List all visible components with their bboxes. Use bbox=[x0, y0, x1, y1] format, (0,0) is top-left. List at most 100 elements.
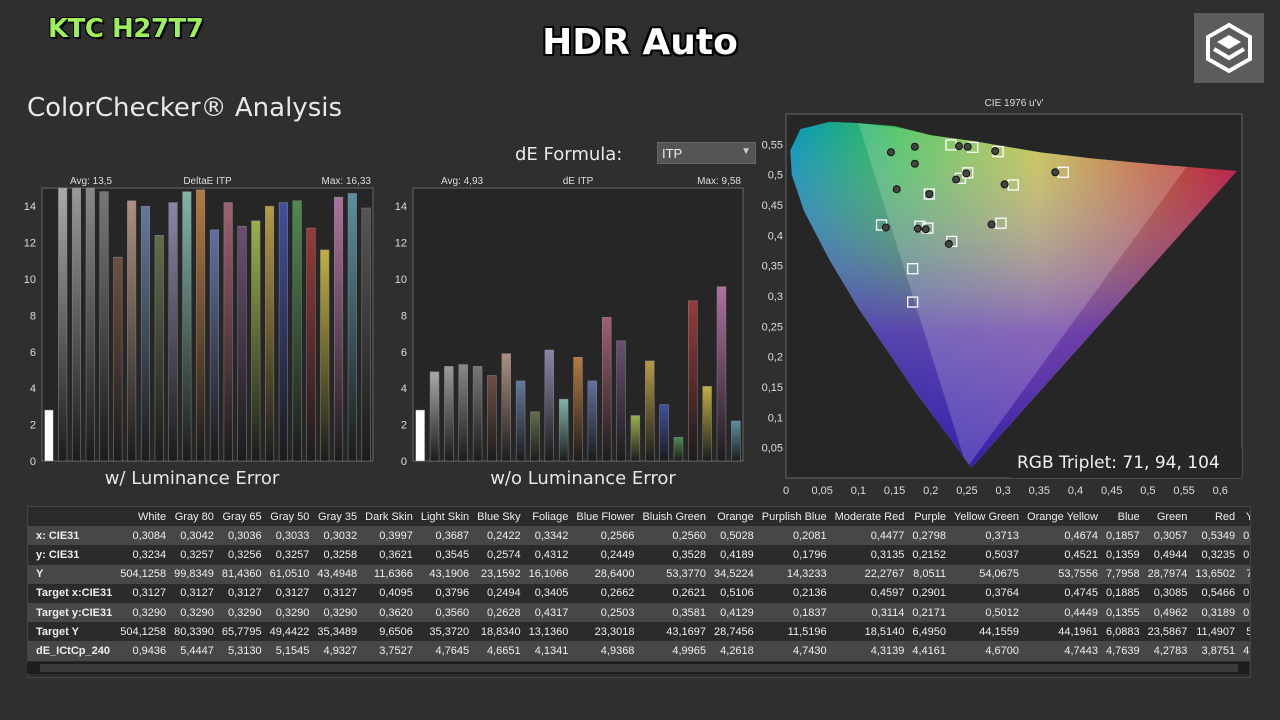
table-cell: 4,6700 bbox=[950, 641, 1024, 661]
bar bbox=[731, 420, 741, 462]
measured-point bbox=[963, 142, 972, 151]
y-tick-label: 0 bbox=[30, 456, 36, 465]
table-cell: 81,4360 bbox=[217, 564, 266, 584]
table-cell: 0,3057 bbox=[1143, 526, 1192, 546]
column-header: Blue bbox=[1117, 510, 1140, 523]
scrollbar-thumb[interactable] bbox=[40, 664, 1238, 672]
table-cell: 0,2081 bbox=[757, 526, 831, 546]
table-cell: 0,4745 bbox=[1023, 583, 1102, 603]
bar bbox=[168, 202, 178, 462]
table-cell: 49,4422 bbox=[265, 622, 314, 642]
y-tick-label: 8 bbox=[30, 310, 36, 322]
table-cell: 4,9965 bbox=[638, 641, 711, 661]
column-header: Moderate Red bbox=[834, 510, 905, 523]
y-tick-label: 6 bbox=[30, 347, 36, 359]
table-cell: 0,3127 bbox=[313, 583, 362, 603]
y-tick-label: 8 bbox=[401, 310, 407, 322]
table-cell: 0,2901 bbox=[908, 583, 950, 603]
table-cell: 0,4189 bbox=[710, 545, 758, 565]
table-cell: 80,3390 bbox=[170, 622, 218, 642]
table-cell: 0,3290 bbox=[116, 602, 171, 623]
bar bbox=[237, 225, 247, 462]
y-tick-label: 14 bbox=[395, 201, 407, 213]
table-cell: 0,1885 bbox=[1101, 583, 1144, 603]
table-row: Target x:CIE31 0,3127 0,3127 0,3127 0,3127 0,… bbox=[28, 583, 1250, 603]
table-cell: 54,0675 bbox=[950, 564, 1024, 584]
table-cell: 0,3189 bbox=[1191, 602, 1240, 623]
table-cell: 14,3233 bbox=[757, 564, 831, 584]
table-cell: 0,3127 bbox=[217, 583, 266, 603]
table-cell: 0,1355 bbox=[1101, 602, 1144, 623]
table-cell: 0,5028 bbox=[710, 526, 758, 546]
table-cell: 4,1341 bbox=[524, 641, 573, 661]
chart2-caption: w/o Luminance Error bbox=[490, 468, 676, 489]
table-row: Y 504,1258 99,8349 81,4360 61,0510 43,4948 11,… bbox=[28, 564, 1250, 584]
measured-point bbox=[954, 142, 963, 151]
table-cell: 18,8340 bbox=[473, 622, 525, 642]
table-cell: 0,3127 bbox=[116, 583, 171, 603]
x-tick-label: 0,55 bbox=[1173, 485, 1194, 497]
table-cell: 72 bbox=[1239, 564, 1250, 584]
bar bbox=[415, 409, 425, 462]
table-cell: 4,9368 bbox=[572, 641, 639, 661]
column-header: Purplish Blue bbox=[761, 510, 827, 523]
y-tick-label: 2 bbox=[401, 420, 407, 432]
y-tick-label: 14 bbox=[24, 201, 36, 213]
table-cell: 0,3560 bbox=[416, 602, 474, 623]
y-tick-label: 12 bbox=[24, 238, 36, 250]
bar-chart-without-luminance: 0 2 4 6 8 10 12 14 Avg: 4,93 dE ITP Max: 9,58 bbox=[395, 176, 744, 465]
table-cell: 0,1359 bbox=[1101, 545, 1144, 565]
bar bbox=[472, 366, 483, 462]
bar bbox=[645, 360, 655, 462]
column-header: Gray 80 bbox=[174, 510, 214, 523]
table-cell: 0,2574 bbox=[473, 545, 525, 565]
table-cell: 43,4948 bbox=[313, 564, 362, 584]
table-cell: 0,4477 bbox=[830, 526, 909, 546]
chart-subtitle: DeltaE ITP bbox=[183, 176, 232, 187]
y-tick-label: 0,1 bbox=[768, 412, 783, 424]
y-tick-label: 0,35 bbox=[762, 261, 783, 273]
column-header: Yellow Green bbox=[954, 510, 1020, 523]
y-tick-label: 4 bbox=[401, 383, 407, 395]
table-cell: 4,9327 bbox=[313, 641, 362, 661]
de-formula-select[interactable]: ITP ▼ bbox=[657, 142, 756, 164]
x-tick-label: 0,3 bbox=[995, 485, 1010, 497]
bar bbox=[501, 353, 511, 462]
table-cell: 0,3257 bbox=[170, 545, 218, 565]
table-cell: 0,3290 bbox=[217, 602, 266, 623]
table-cell: 0,3258 bbox=[313, 545, 362, 565]
table-cell: 0,5349 bbox=[1191, 526, 1240, 546]
bar bbox=[458, 364, 468, 462]
table-cell: 0,4 bbox=[1239, 526, 1250, 546]
y-tick-label: 10 bbox=[395, 274, 407, 286]
max-label: Max: 16,33 bbox=[322, 176, 372, 187]
table-cell: 4,7443 bbox=[1023, 641, 1102, 661]
x-tick-label: 0,6 bbox=[1213, 485, 1228, 497]
rgb-triplet-readout: RGB Triplet: 71, 94, 104 bbox=[1017, 453, 1220, 473]
table-cell: 0,3796 bbox=[416, 583, 474, 603]
table-cell: 0,5466 bbox=[1191, 583, 1240, 603]
x-tick-label: 0,25 bbox=[956, 485, 977, 497]
table-cell: 0,3687 bbox=[416, 526, 474, 546]
y-tick-label: 10 bbox=[24, 274, 36, 286]
table-cell: 43,1697 bbox=[638, 622, 711, 642]
measured-point bbox=[987, 220, 996, 229]
bar bbox=[306, 227, 316, 462]
x-tick-label: 0,15 bbox=[884, 485, 905, 497]
table-cell: 0,3256 bbox=[217, 545, 266, 565]
table-cell: 22,2767 bbox=[830, 564, 909, 584]
de-formula-value: ITP bbox=[662, 146, 683, 161]
table-cell: 0,4 bbox=[1239, 583, 1250, 603]
column-header: Gray 65 bbox=[222, 510, 262, 523]
table-cell: 0,4449 bbox=[1023, 602, 1102, 623]
table-cell: 5,3130 bbox=[217, 641, 266, 661]
table-cell: 0,3528 bbox=[638, 545, 711, 565]
table-cell: 4,2618 bbox=[710, 641, 758, 661]
table-cell: 0,3036 bbox=[217, 526, 266, 546]
row-header: Target Y bbox=[28, 622, 117, 642]
cube-logo-icon bbox=[1194, 13, 1264, 83]
x-tick-label: 0,35 bbox=[1029, 485, 1050, 497]
y-tick-label: 12 bbox=[395, 238, 407, 250]
measured-point bbox=[962, 169, 971, 178]
table-cell: 0,4317 bbox=[524, 602, 573, 623]
